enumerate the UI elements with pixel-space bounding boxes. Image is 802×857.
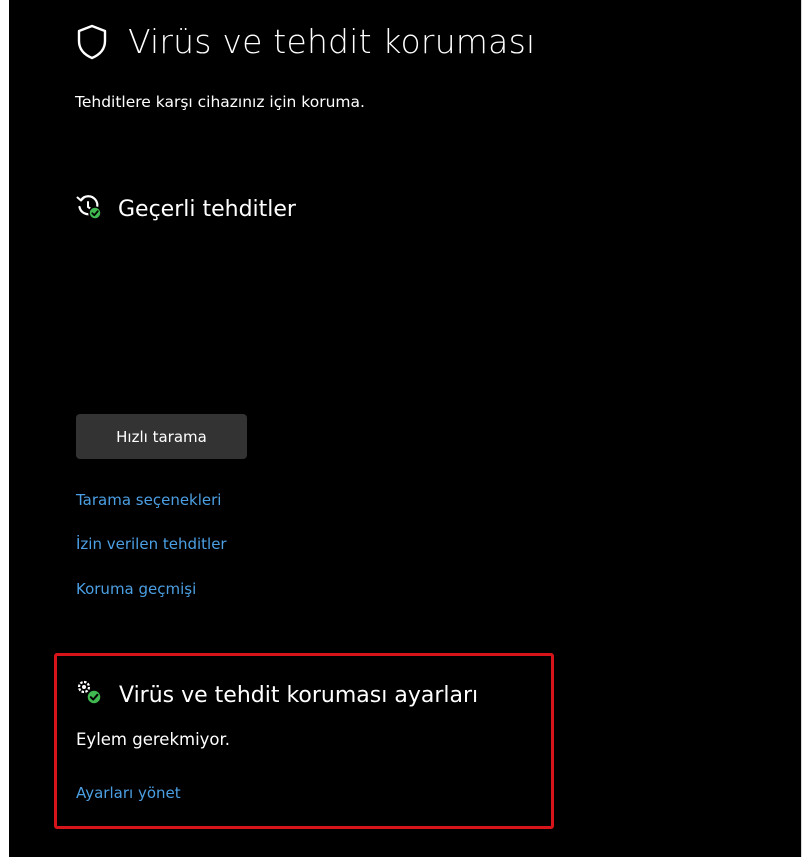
- gear-check-icon: [75, 678, 105, 712]
- scan-options-link[interactable]: Tarama seçenekleri: [76, 491, 221, 509]
- app-window: Virüs ve tehdit koruması Tehditlere karş…: [9, 0, 802, 857]
- shield-icon: [76, 24, 108, 60]
- settings-title: Virüs ve tehdit koruması ayarları: [119, 682, 479, 708]
- current-threats-header: Geçerli tehditler: [75, 193, 296, 225]
- settings-header: Virüs ve tehdit koruması ayarları: [75, 678, 478, 712]
- allowed-threats-link[interactable]: İzin verilen tehditler: [76, 535, 227, 553]
- manage-settings-link[interactable]: Ayarları yönet: [76, 784, 181, 802]
- history-check-icon: [75, 193, 103, 225]
- protection-history-link[interactable]: Koruma geçmişi: [76, 580, 196, 598]
- current-threats-title: Geçerli tehditler: [118, 196, 296, 222]
- settings-status: Eylem gerekmiyor.: [76, 730, 231, 749]
- quick-scan-button[interactable]: Hızlı tarama: [76, 414, 247, 459]
- page-title: Virüs ve tehdit koruması: [128, 22, 536, 61]
- page-subtitle: Tehditlere karşı cihazınız için koruma.: [75, 93, 365, 111]
- page-header: Virüs ve tehdit koruması: [76, 22, 535, 61]
